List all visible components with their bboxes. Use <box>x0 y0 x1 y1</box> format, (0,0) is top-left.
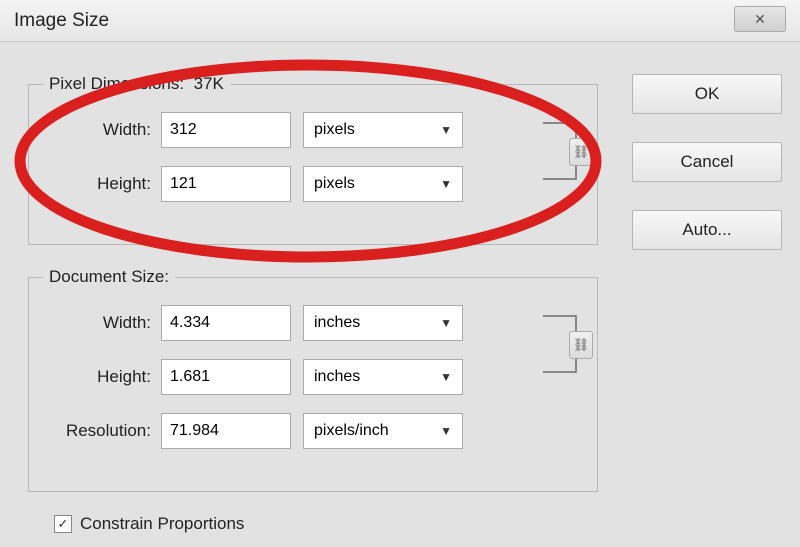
pixel-height-input[interactable] <box>161 166 291 202</box>
link-icon[interactable]: ⛓ <box>569 331 593 359</box>
doc-resolution-label: Resolution: <box>43 421 161 441</box>
pixel-dimensions-group: Pixel Dimensions: 37K Width: pixels ▼ He… <box>28 74 598 245</box>
doc-resolution-unit-value: pixels/inch <box>314 422 389 440</box>
document-size-group: Document Size: Width: inches ▼ Height: i… <box>28 267 598 492</box>
side-buttons: OK Cancel Auto... <box>632 74 782 278</box>
doc-width-input[interactable] <box>161 305 291 341</box>
doc-width-label: Width: <box>43 313 161 333</box>
pixel-height-unit-value: pixels <box>314 175 355 193</box>
doc-resolution-unit-select[interactable]: pixels/inch ▼ <box>303 413 463 449</box>
close-button[interactable]: ✕ <box>734 6 786 32</box>
doc-width-unit-select[interactable]: inches ▼ <box>303 305 463 341</box>
doc-height-label: Height: <box>43 367 161 387</box>
chevron-down-icon: ▼ <box>440 177 452 191</box>
close-icon: ✕ <box>754 11 766 28</box>
pixel-height-label: Height: <box>43 174 161 194</box>
checkmark-icon: ✓ <box>58 516 69 532</box>
doc-height-unit-value: inches <box>314 368 360 386</box>
cancel-button[interactable]: Cancel <box>632 142 782 182</box>
ok-button[interactable]: OK <box>632 74 782 114</box>
chevron-down-icon: ▼ <box>440 370 452 384</box>
auto-button[interactable]: Auto... <box>632 210 782 250</box>
doc-height-unit-select[interactable]: inches ▼ <box>303 359 463 395</box>
pixel-height-unit-select[interactable]: pixels ▼ <box>303 166 463 202</box>
titlebar: Image Size ✕ <box>0 0 800 42</box>
document-size-legend: Document Size: <box>43 267 175 287</box>
chevron-down-icon: ▼ <box>440 424 452 438</box>
doc-height-row: Height: inches ▼ <box>43 359 583 395</box>
doc-resolution-input[interactable] <box>161 413 291 449</box>
chevron-down-icon: ▼ <box>440 316 452 330</box>
constrain-proportions-checkbox[interactable]: ✓ <box>54 515 72 533</box>
pixel-width-unit-value: pixels <box>314 121 355 139</box>
doc-width-row: Width: inches ▼ <box>43 305 583 341</box>
pixel-width-unit-select[interactable]: pixels ▼ <box>303 112 463 148</box>
pixel-width-input[interactable] <box>161 112 291 148</box>
link-icon[interactable]: ⛓ <box>569 138 593 166</box>
window-title: Image Size <box>14 10 109 32</box>
pixel-height-row: Height: pixels ▼ <box>43 166 583 202</box>
constrain-proportions-label: Constrain Proportions <box>80 514 244 534</box>
doc-height-input[interactable] <box>161 359 291 395</box>
content-column: Pixel Dimensions: 37K Width: pixels ▼ He… <box>28 74 598 534</box>
pixel-width-label: Width: <box>43 120 161 140</box>
dialog-body: Pixel Dimensions: 37K Width: pixels ▼ He… <box>0 42 800 547</box>
pixel-width-row: Width: pixels ▼ <box>43 112 583 148</box>
pixel-dimensions-legend: Pixel Dimensions: 37K <box>43 74 230 94</box>
chevron-down-icon: ▼ <box>440 123 452 137</box>
constrain-proportions-row[interactable]: ✓ Constrain Proportions <box>54 514 598 534</box>
doc-width-unit-value: inches <box>314 314 360 332</box>
doc-resolution-row: Resolution: pixels/inch ▼ <box>43 413 583 449</box>
